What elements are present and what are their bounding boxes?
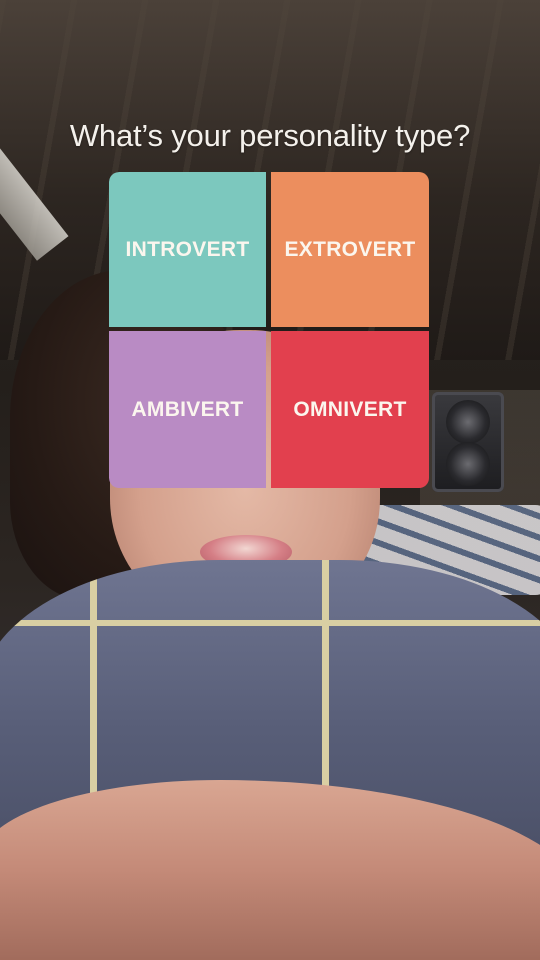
speaker [432, 392, 504, 492]
option-omnivert[interactable]: OMNIVERT [271, 331, 429, 488]
speaker-cone-bottom [446, 442, 490, 486]
option-extrovert[interactable]: EXTROVERT [271, 172, 429, 327]
speaker-cone-top [446, 400, 490, 444]
question-title: What’s your personality type? [69, 118, 471, 153]
option-introvert[interactable]: INTROVERT [109, 172, 266, 327]
option-ambivert[interactable]: AMBIVERT [109, 331, 266, 488]
personality-filter-grid: INTROVERT EXTROVERT AMBIVERT OMNIVERT [109, 172, 431, 488]
